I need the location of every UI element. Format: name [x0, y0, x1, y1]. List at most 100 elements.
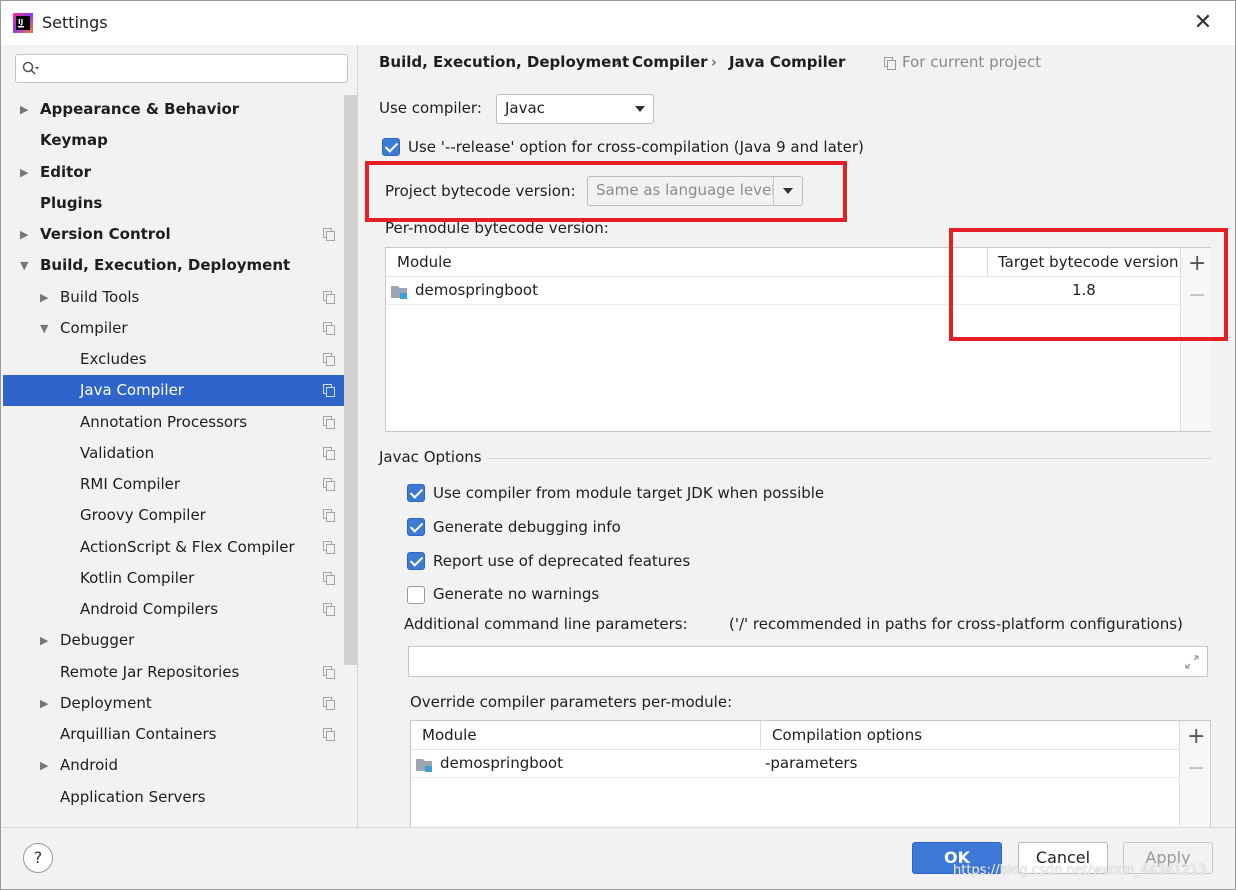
close-icon[interactable]: ✕ [1192, 12, 1214, 34]
chevron-right-icon[interactable]: ▶ [40, 625, 48, 656]
watermark: https://blog.csdn.net/weixin_44341213 [953, 863, 1207, 878]
help-button[interactable]: ? [23, 843, 53, 873]
no-warnings-label: Generate no warnings [433, 585, 600, 603]
project-scope-icon [884, 57, 896, 70]
sidebar-item-java-compiler[interactable]: Java Compiler [3, 375, 344, 407]
chevron-right-icon[interactable]: ▶ [40, 750, 48, 781]
breadcrumb-separator: › [614, 53, 620, 71]
project-scope-icon [323, 446, 335, 460]
dropdown-button[interactable] [773, 177, 802, 205]
project-scope-icon [323, 540, 335, 554]
chevron-right-icon[interactable]: ▶ [20, 219, 28, 250]
bytecode-version-label: Project bytecode version: [385, 182, 576, 200]
cmdline-hint: ('/' recommended in paths for cross-plat… [729, 615, 1183, 633]
deprecated-checkbox[interactable] [407, 552, 425, 570]
bytecode-version-value: Same as language level [596, 181, 776, 199]
java-compiler-panel: Build, Execution, Deployment › Compiler … [359, 45, 1235, 827]
sidebar-item-label: Validation [80, 443, 155, 462]
sidebar-item-excludes[interactable]: Excludes [3, 344, 344, 375]
bytecode-version-select[interactable]: Same as language level [587, 176, 803, 206]
sidebar-item-compiler[interactable]: ▼ Compiler [3, 313, 344, 344]
release-option-label: Use '--release' option for cross-compila… [408, 138, 864, 156]
module-folder-icon [391, 286, 407, 299]
sidebar-item-build-tools[interactable]: ▶ Build Tools [3, 282, 344, 313]
module-name: demospringboot [440, 754, 563, 772]
sidebar-item-appearance-behavior[interactable]: ▶ Appearance & Behavior [3, 94, 344, 125]
add-icon[interactable]: + [1187, 726, 1205, 748]
breadcrumb-java-compiler: Java Compiler [729, 53, 846, 71]
sidebar-item-label: RMI Compiler [80, 475, 181, 493]
project-scope-icon [323, 290, 335, 304]
intellij-idea-icon: IJ [13, 13, 33, 33]
highlight-box [949, 228, 1228, 341]
cmdline-label: Additional command line parameters: [404, 615, 688, 633]
sidebar-item-label: Kotlin Compiler [80, 568, 195, 587]
sidebar-item-label: Compiler [60, 318, 128, 337]
chevron-right-icon[interactable]: ▶ [40, 688, 48, 719]
chevron-right-icon[interactable]: ▶ [20, 157, 28, 188]
sidebar-item-label: Appearance & Behavior [40, 100, 240, 118]
sidebar-item-kotlin-compiler[interactable]: Kotlin Compiler [3, 563, 344, 594]
sidebar-item-keymap[interactable]: Keymap [3, 125, 344, 156]
chevron-down-icon [635, 106, 645, 112]
use-target-jdk-checkbox[interactable] [407, 484, 425, 502]
sidebar-item-debugger[interactable]: ▶ Debugger [3, 625, 344, 656]
section-divider [487, 458, 1211, 459]
no-warnings-checkbox[interactable] [407, 586, 425, 604]
sidebar-item-label: Keymap [40, 131, 108, 150]
debug-info-checkbox[interactable] [407, 518, 425, 536]
column-header-module[interactable]: Module [397, 253, 452, 271]
sidebar-item-actionscript-flex-compiler[interactable]: ActionScript & Flex Compiler [3, 532, 344, 563]
sidebar-item-label: Annotation Processors [80, 412, 248, 431]
svg-text:IJ: IJ [18, 18, 23, 26]
sidebar-item-editor[interactable]: ▶ Editor [3, 157, 344, 188]
search-icon [22, 61, 39, 75]
sidebar-item-groovy-compiler[interactable]: Groovy Compiler [3, 500, 344, 531]
project-scope-icon [323, 571, 335, 585]
project-scope-icon [323, 415, 335, 429]
sidebar-item-label: Deployment [60, 693, 152, 712]
remove-icon[interactable]: − [1187, 758, 1205, 780]
chevron-down-icon[interactable]: ▼ [40, 313, 48, 344]
sidebar-item-deployment[interactable]: ▶ Deployment [3, 688, 344, 719]
sidebar-item-label: Plugins [40, 193, 103, 212]
sidebar-item-build-execution-deployment[interactable]: ▼ Build, Execution, Deployment [3, 250, 344, 281]
sidebar-item-label: Application Servers [60, 787, 206, 806]
dialog-footer: ? OK Cancel Apply [3, 827, 1235, 889]
search-input[interactable] [15, 54, 348, 83]
project-scope-icon [323, 728, 335, 741]
column-divider [760, 721, 761, 750]
sidebar-item-arquillian-containers[interactable]: Arquillian Containers [3, 719, 344, 750]
sidebar-item-annotation-processors[interactable]: Annotation Processors [3, 407, 344, 438]
compiler-select[interactable]: Javac [496, 94, 654, 124]
override-table: Module Compilation options demospringboo… [410, 720, 1211, 827]
use-compiler-label: Use compiler: [379, 99, 482, 117]
chevron-right-icon[interactable]: ▶ [20, 94, 28, 125]
cmdline-input[interactable] [408, 646, 1208, 677]
sidebar-item-android-compilers[interactable]: Android Compilers [3, 594, 344, 625]
sidebar-item-version-control[interactable]: ▶ Version Control [3, 219, 344, 250]
release-option-checkbox[interactable] [382, 138, 400, 156]
sidebar-item-label: Editor [40, 162, 91, 181]
project-scope-icon [323, 228, 335, 241]
sidebar-item-application-servers[interactable]: Application Servers [3, 782, 344, 813]
scope-label: For current project [902, 53, 1042, 71]
sidebar-item-remote-jar-repositories[interactable]: Remote Jar Repositories [3, 657, 344, 688]
sidebar-item-rmi-compiler[interactable]: RMI Compiler [3, 469, 344, 500]
table-row[interactable]: demospringboot -parameters [411, 750, 1179, 778]
sidebar-scrollbar[interactable] [344, 95, 357, 665]
chevron-down-icon[interactable]: ▼ [20, 250, 28, 281]
project-scope-icon [323, 509, 335, 523]
sidebar-item-validation[interactable]: Validation [3, 438, 344, 469]
sidebar-item-label: Android Compilers [80, 600, 219, 618]
column-header-module[interactable]: Module [422, 726, 477, 744]
sidebar-item-plugins[interactable]: Plugins [3, 188, 344, 219]
compilation-options-value[interactable]: -parameters [765, 754, 857, 772]
sidebar-item-android[interactable]: ▶ Android [3, 750, 344, 781]
sidebar-item-label: Groovy Compiler [80, 506, 206, 525]
breadcrumb-compiler: Compiler [632, 53, 708, 71]
settings-sidebar: ▶ Appearance & Behavior Keymap ▶ Editor Plugi… [3, 45, 358, 827]
chevron-right-icon[interactable]: ▶ [40, 282, 48, 313]
expand-icon[interactable] [1185, 655, 1199, 669]
column-header-options[interactable]: Compilation options [772, 726, 922, 744]
